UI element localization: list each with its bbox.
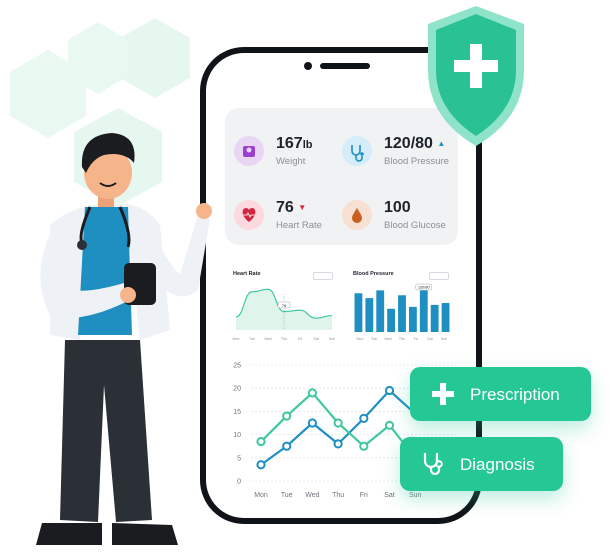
series-point <box>282 411 292 421</box>
period-dropdown[interactable] <box>313 272 333 280</box>
bp-day-label: Tue <box>371 337 377 341</box>
weight-value: 167lb <box>276 135 312 153</box>
x-tick-label: Fri <box>360 492 369 499</box>
series-point <box>307 418 318 428</box>
bp-bar <box>387 308 396 332</box>
diagnosis-label: Diagnosis <box>460 455 535 474</box>
heart-rate-day-label: Thu <box>281 337 287 341</box>
stethoscope-icon <box>423 453 443 476</box>
diagnosis-badge[interactable]: Diagnosis <box>400 437 563 491</box>
bp-card-title: Blood Pressure <box>353 271 394 277</box>
bp-day-label: Sun <box>441 337 447 341</box>
bp-day-label: Fri <box>414 337 418 341</box>
y-tick-label: 20 <box>233 386 241 393</box>
x-tick-label: Sun <box>409 492 422 499</box>
heart-rate-chart: 76 Mon Tue Wed Thu Fri Sat Sun <box>233 288 335 341</box>
series-point <box>359 413 369 423</box>
bp-label: Blood Pressure <box>384 156 449 167</box>
series-point <box>333 418 343 428</box>
weight-unit: lb <box>302 139 313 151</box>
bp-bar <box>376 290 385 332</box>
bp-bar <box>398 295 406 332</box>
prescription-badge[interactable]: Prescription <box>410 367 591 421</box>
bp-day-label: Wed <box>384 337 391 341</box>
y-tick-label: 0 <box>237 479 241 486</box>
heart-rate-day-label: Mon <box>233 337 240 341</box>
heart-rate-area <box>236 289 332 330</box>
glucose-value: 100 <box>384 199 411 216</box>
heart-rate-number: 76 <box>276 199 294 216</box>
bp-day-label: Mon <box>357 337 364 341</box>
y-tick-label: 5 <box>237 455 241 462</box>
bp-bar <box>441 302 450 332</box>
bp-bar <box>408 306 417 332</box>
x-tick-label: Sat <box>384 492 395 499</box>
bp-bar <box>430 304 439 332</box>
glucose-label: Blood Glucose <box>384 220 446 231</box>
y-tick-label: 25 <box>233 363 241 370</box>
prescription-label: Prescription <box>470 385 560 404</box>
heart-rate-tooltip-label: 76 <box>282 303 287 308</box>
heart-rate-day-label: Tue <box>249 337 255 341</box>
bp-day-label: Thu <box>399 337 405 341</box>
bp-day-label: Sat <box>427 337 432 341</box>
x-tick-label: Wed <box>305 492 319 499</box>
trend-down-icon: ▼ <box>298 203 307 212</box>
speaker-bar <box>320 63 370 69</box>
x-tick-label: Tue <box>281 492 293 499</box>
series-point <box>282 441 292 451</box>
x-tick-label: Thu <box>332 492 344 499</box>
stethoscope-icon <box>342 136 372 166</box>
x-tick-label: Mon <box>254 492 268 499</box>
series-point <box>384 420 395 430</box>
series-point <box>307 388 318 398</box>
bp-bar <box>354 293 363 332</box>
series-point <box>256 436 266 447</box>
heart-rate-label: Heart Rate <box>276 220 322 231</box>
series-point <box>333 439 343 449</box>
series-point <box>384 385 395 396</box>
blood-drop-icon <box>342 200 372 230</box>
bp-bar <box>419 290 428 332</box>
y-tick-label: 10 <box>233 432 241 439</box>
heart-rate-card-title: Heart Rate <box>233 271 261 277</box>
camera-dot <box>304 62 312 70</box>
weight-number: 167 <box>276 135 303 152</box>
heart-rate-value: 76 ▼ <box>276 199 306 217</box>
plus-icon <box>432 383 454 405</box>
y-tick-label: 15 <box>233 409 241 416</box>
period-dropdown[interactable] <box>429 272 449 280</box>
weight-label: Weight <box>276 156 306 167</box>
heart-rate-day-label: Wed <box>264 337 271 341</box>
bp-tooltip-label: 120/80 <box>418 285 430 289</box>
heart-rate-day-label: Fri <box>298 337 302 341</box>
series-point <box>256 460 266 470</box>
heart-pulse-icon <box>234 200 264 230</box>
blood-pressure-chart: 120/80 Mon Tue Wed Thu Fri Sat Sun <box>354 283 450 341</box>
heart-rate-day-label: Sat <box>313 337 318 341</box>
shield-plus-icon <box>428 6 524 146</box>
series-point <box>359 441 369 451</box>
bp-bar <box>365 298 374 332</box>
heart-rate-day-label: Sun <box>329 337 335 341</box>
doctor-illustration <box>36 133 212 545</box>
scale-icon <box>234 136 264 166</box>
